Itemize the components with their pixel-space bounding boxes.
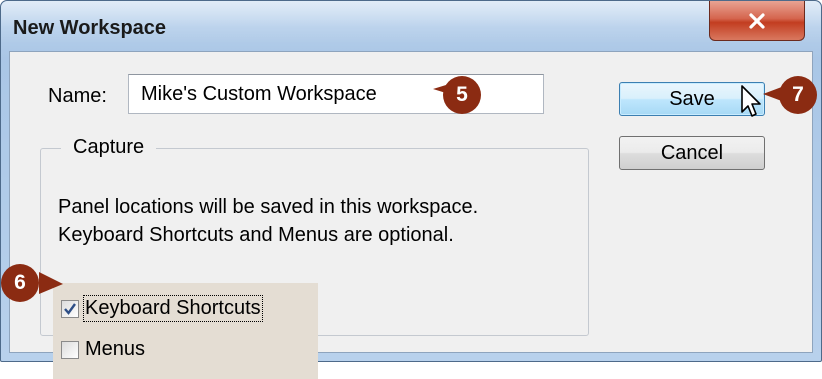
callout-6: 6 [1,264,39,302]
name-label: Name: [48,85,107,107]
dialog-body: Name: Mike's Custom Workspace Capture Pa… [9,51,813,379]
capture-options: Keyboard Shortcuts Menus [53,283,318,379]
dialog-window: New Workspace Name: Mike's Custom Worksp… [0,0,822,379]
capture-description-line-2: Keyboard Shortcuts and Menus are optiona… [58,224,454,246]
checkmark-icon [64,302,76,315]
keyboard-shortcuts-option[interactable]: Keyboard Shortcuts [53,295,263,322]
keyboard-shortcuts-label[interactable]: Keyboard Shortcuts [83,295,263,322]
name-input[interactable]: Mike's Custom Workspace [128,74,544,114]
capture-legend: Capture [61,136,157,159]
keyboard-shortcuts-checkbox[interactable] [61,299,79,318]
close-icon [749,12,765,29]
callout-7: 7 [779,76,817,114]
menus-checkbox[interactable] [61,340,79,359]
capture-description-line-1: Panel locations will be saved in this wo… [58,196,479,218]
callout-5: 5 [443,76,481,114]
close-button[interactable] [709,1,805,41]
menus-option[interactable]: Menus [53,338,145,361]
cancel-button[interactable]: Cancel [619,136,765,170]
capture-group: Capture Panel locations will be saved in… [40,136,589,379]
window-title: New Workspace [13,17,167,39]
pointer-cursor-icon [741,85,761,117]
menus-label[interactable]: Menus [85,338,145,361]
